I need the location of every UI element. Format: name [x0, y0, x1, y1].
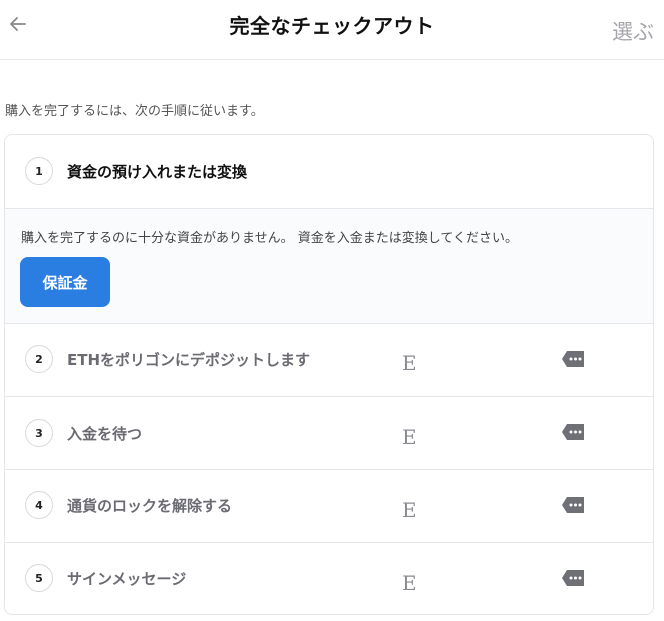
more-tag-icon[interactable]: [561, 496, 585, 514]
step-number: 2: [25, 345, 53, 373]
step-2[interactable]: 2 ETHをポリゴンにデポジットします E: [5, 324, 653, 396]
step-4[interactable]: 4 通貨のロックを解除する E: [5, 470, 653, 542]
step-status: E: [402, 498, 417, 522]
checkout-steps-card: 1 資金の預け入れまたは変換 購入を完了するのに十分な資金がありません。 資金を…: [4, 134, 654, 615]
step-3[interactable]: 3 入金を待つ E: [5, 397, 653, 469]
step-label: 資金の預け入れまたは変換: [67, 163, 248, 181]
step-1-header[interactable]: 1 資金の預け入れまたは変換: [5, 135, 653, 208]
step-label: サインメッセージ: [67, 570, 187, 588]
step-status: E: [402, 425, 417, 449]
deposit-button[interactable]: 保証金: [20, 257, 110, 307]
step-number: 1: [25, 157, 53, 185]
step-number: 4: [25, 491, 53, 519]
step-1: 1 資金の預け入れまたは変換 購入を完了するのに十分な資金がありません。 資金を…: [5, 135, 653, 324]
step-label: 入金を待つ: [67, 425, 143, 443]
page-title: 完全なチェックアウト: [229, 14, 435, 38]
step-status: E: [402, 351, 417, 375]
step-number: 5: [25, 564, 53, 592]
more-tag-icon[interactable]: [561, 569, 585, 587]
header: 完全なチェックアウト 選ぶ: [0, 0, 664, 60]
step-number: 3: [25, 419, 53, 447]
intro-text: 購入を完了するには、次の手順に従います。: [5, 104, 264, 119]
step-label: 通貨のロックを解除する: [67, 497, 233, 515]
step-5[interactable]: 5 サインメッセージ E: [5, 543, 653, 614]
more-tag-icon[interactable]: [561, 423, 585, 441]
step-label: ETHをポリゴンにデポジットします: [67, 351, 311, 369]
step-1-content: 購入を完了するのに十分な資金がありません。 資金を入金または変換してください。 …: [5, 209, 653, 323]
checkout-page: 完全なチェックアウト 選ぶ 購入を完了するには、次の手順に従います。 1 資金の…: [0, 0, 664, 621]
select-button[interactable]: 選ぶ: [612, 16, 654, 46]
step-status: E: [402, 571, 417, 595]
insufficient-funds-message: 購入を完了するのに十分な資金がありません。 資金を入金または変換してください。: [21, 231, 518, 246]
more-tag-icon[interactable]: [561, 350, 585, 368]
